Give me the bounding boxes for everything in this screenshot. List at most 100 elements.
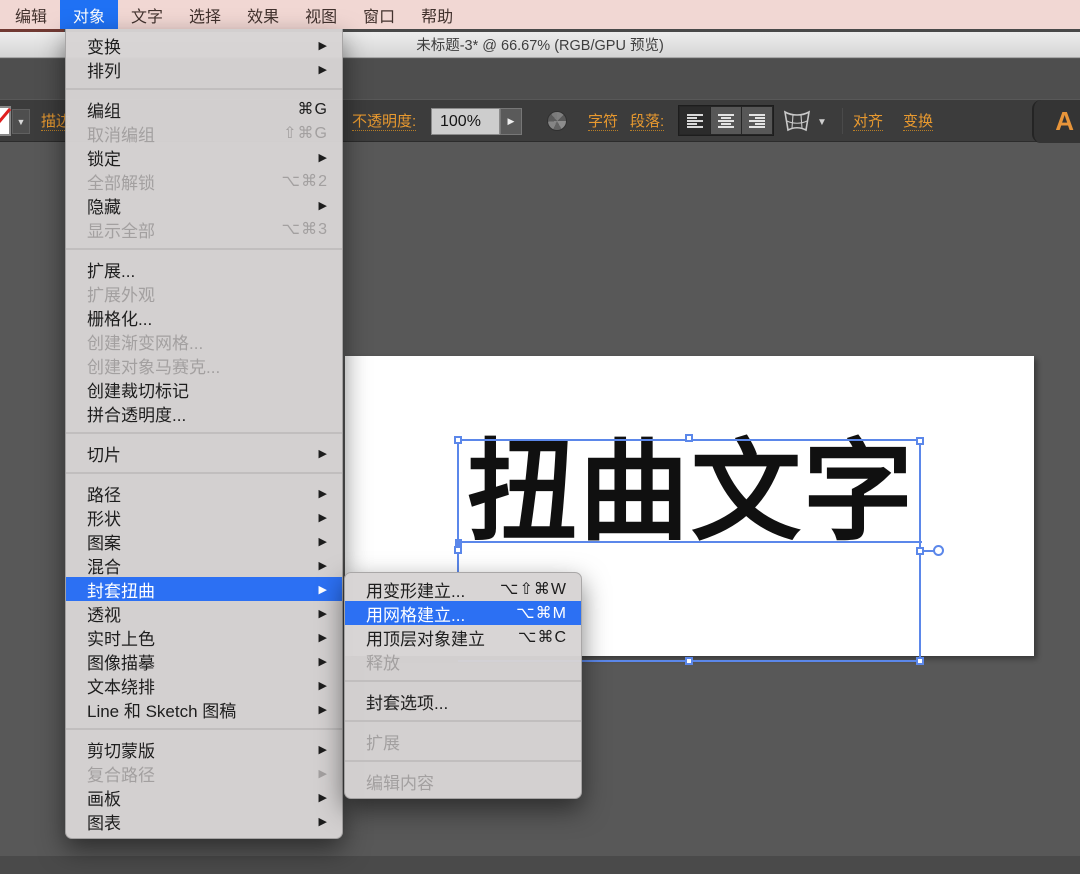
menu-item-label: 拼合透明度... <box>87 401 186 426</box>
menu-item[interactable]: 实时上色 ▶ <box>66 625 342 649</box>
selection-handle[interactable] <box>916 657 924 665</box>
selection-handle[interactable] <box>454 436 462 444</box>
menu-separator <box>66 88 342 90</box>
menubar: 编辑对象文字选择效果视图窗口帮助 <box>0 0 1080 29</box>
menu-item[interactable]: 用网格建立...⌥⌘M <box>345 601 581 625</box>
menu-item[interactable]: 排列▶ <box>66 57 342 81</box>
align-left-button[interactable] <box>680 107 710 134</box>
stroke-swatch-dropdown-icon[interactable]: ▼ <box>12 109 30 134</box>
character-panel-tab[interactable]: A <box>1032 100 1080 143</box>
document-title: 未标题-3* @ 66.67% (RGB/GPU 预览) <box>416 34 664 55</box>
transform-panel-link[interactable]: 变换 <box>903 113 933 131</box>
menubar-item[interactable]: 效果 <box>234 0 292 29</box>
submenu-arrow-icon: ▶ <box>319 631 328 644</box>
submenu-arrow-icon: ▶ <box>319 199 328 212</box>
menu-item[interactable]: 图像描摹 ▶ <box>66 649 342 673</box>
menubar-item[interactable]: 视图 <box>292 0 350 29</box>
submenu-arrow-icon: ▶ <box>319 655 328 668</box>
rotate-handle[interactable] <box>933 545 944 556</box>
menu-item[interactable]: 用变形建立...⌥⇧⌘W <box>345 577 581 601</box>
submenu-arrow-icon: ▶ <box>319 703 328 716</box>
menubar-item[interactable]: 对象 <box>60 0 118 29</box>
menu-item[interactable]: 编组⌘G <box>66 97 342 121</box>
align-right-button[interactable] <box>742 107 772 134</box>
submenu-arrow-icon: ▶ <box>319 607 328 620</box>
opacity-value-field[interactable]: 100% <box>431 108 500 135</box>
submenu-arrow-icon: ▶ <box>319 583 328 596</box>
menu-item[interactable]: 透视 ▶ <box>66 601 342 625</box>
menu-item: 编辑内容 <box>345 769 581 793</box>
menu-item-label: 变换 <box>87 33 121 58</box>
warp-dropdown-icon[interactable]: ▼ <box>817 117 827 128</box>
selection-handle[interactable] <box>916 437 924 445</box>
menu-item[interactable]: 路径▶ <box>66 481 342 505</box>
menu-item[interactable]: 变换▶ <box>66 33 342 57</box>
menu-item[interactable]: 用顶层对象建立⌥⌘C <box>345 625 581 649</box>
menu-item[interactable]: 创建裁切标记 <box>66 377 342 401</box>
selection-anchor-point[interactable] <box>455 539 462 546</box>
menu-item-label: 扩展 <box>366 729 400 754</box>
menu-item: 扩展 <box>345 729 581 753</box>
menu-item-label: 用顶层对象建立 <box>366 625 485 650</box>
menubar-item[interactable]: 窗口 <box>350 0 408 29</box>
menu-item-label: 图像描摹 <box>87 649 155 674</box>
menu-item[interactable]: 封套选项... <box>345 689 581 713</box>
menu-item[interactable]: 隐藏▶ <box>66 193 342 217</box>
menubar-item[interactable]: 编辑 <box>2 0 60 29</box>
menu-item-shortcut: ⌥⇧⌘W <box>500 579 567 599</box>
menubar-item[interactable]: 帮助 <box>408 0 466 29</box>
align-center-button[interactable] <box>711 107 741 134</box>
submenu-arrow-icon: ▶ <box>319 559 328 572</box>
opacity-dropdown-button[interactable]: ▶ <box>500 108 522 135</box>
recolor-artwork-icon[interactable] <box>547 111 567 131</box>
menu-item-label: 混合 <box>87 553 121 578</box>
menu-separator <box>345 720 581 722</box>
menu-item[interactable]: 剪切蒙版▶ <box>66 737 342 761</box>
submenu-arrow-icon: ▶ <box>319 447 328 460</box>
menu-separator <box>345 760 581 762</box>
menu-item[interactable]: 形状▶ <box>66 505 342 529</box>
submenu-arrow-icon: ▶ <box>319 679 328 692</box>
menu-item-shortcut: ⌘G <box>298 99 328 119</box>
menu-item-label: 文本绕排 <box>87 673 155 698</box>
align-panel-link[interactable]: 对齐 <box>853 113 883 131</box>
selection-handle[interactable] <box>454 546 462 554</box>
menu-item[interactable]: 文本绕排 ▶ <box>66 673 342 697</box>
envelope-warp-icon[interactable] <box>781 109 813 134</box>
selection-handle[interactable] <box>685 657 693 665</box>
menu-item-label: Line 和 Sketch 图稿 <box>87 697 236 722</box>
window-footer-band <box>0 856 1080 874</box>
submenu-arrow-icon: ▶ <box>319 535 328 548</box>
menu-item-label: 图表 <box>87 809 121 834</box>
menu-item[interactable]: 封套扭曲▶ <box>66 577 342 601</box>
menu-item-label: 扩展... <box>87 257 135 282</box>
character-panel-link[interactable]: 字符 <box>588 113 618 131</box>
menu-item-label: 全部解锁 <box>87 169 155 194</box>
paragraph-panel-link[interactable]: 段落: <box>630 113 664 131</box>
toolbar-divider <box>842 108 843 134</box>
submenu-arrow-icon: ▶ <box>319 767 328 780</box>
menu-item-label: 实时上色 <box>87 625 155 650</box>
stroke-none-swatch-icon[interactable] <box>0 106 11 136</box>
menu-item-label: 剪切蒙版 <box>87 737 155 762</box>
menubar-item[interactable]: 文字 <box>118 0 176 29</box>
menu-item[interactable]: 扩展... <box>66 257 342 281</box>
menu-item[interactable]: 切片▶ <box>66 441 342 465</box>
selection-handle[interactable] <box>685 434 693 442</box>
opacity-panel-link[interactable]: 不透明度: <box>352 113 416 131</box>
submenu-arrow-icon: ▶ <box>319 63 328 76</box>
menu-item[interactable]: 栅格化... <box>66 305 342 329</box>
menu-item[interactable]: 图表▶ <box>66 809 342 833</box>
menu-item[interactable]: Line 和 Sketch 图稿 ▶ <box>66 697 342 721</box>
menu-item[interactable]: 拼合透明度... <box>66 401 342 425</box>
envelope-distort-submenu: 用变形建立...⌥⇧⌘W用网格建立...⌥⌘M用顶层对象建立⌥⌘C释放封套选项.… <box>344 572 582 799</box>
menubar-item[interactable]: 选择 <box>176 0 234 29</box>
selection-handle[interactable] <box>916 547 924 555</box>
artboard-text[interactable]: 扭曲文字 <box>458 438 924 548</box>
menu-item[interactable]: 画板▶ <box>66 785 342 809</box>
menu-separator <box>66 728 342 730</box>
menu-item-label: 透视 <box>87 601 121 626</box>
menu-item[interactable]: 锁定▶ <box>66 145 342 169</box>
menu-item[interactable]: 图案▶ <box>66 529 342 553</box>
menu-item[interactable]: 混合 ▶ <box>66 553 342 577</box>
